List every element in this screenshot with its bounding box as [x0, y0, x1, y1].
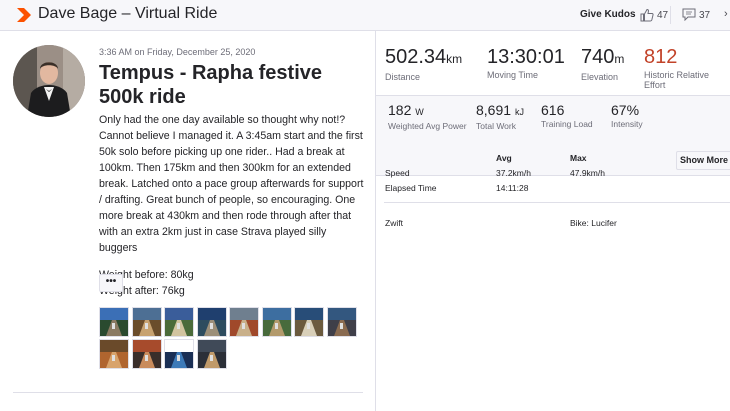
stat-value: 8,691	[476, 102, 512, 118]
stat-label: Intensity	[611, 119, 643, 129]
photo-thumbnail	[262, 308, 291, 336]
header-divider	[670, 6, 671, 24]
divider	[13, 392, 363, 393]
stat-label: Training Load	[541, 119, 593, 129]
activity-description: Only had the one day available so though…	[99, 112, 367, 310]
column-max: Max	[570, 153, 587, 163]
stat-distance: 502.34km Distance	[385, 46, 462, 82]
activity-photo[interactable]	[99, 339, 129, 369]
activity-name: Tempus - Rapha festive 500k ride	[99, 62, 323, 108]
stat-label: Historic Relative Effort	[644, 70, 710, 90]
activity-photo[interactable]	[131, 339, 162, 369]
stat-unit: W	[415, 107, 424, 117]
activity-date: 3:36 AM on Friday, December 25, 2020	[99, 47, 256, 57]
stat-value: 67%	[611, 102, 640, 118]
activity-photo[interactable]	[99, 307, 129, 337]
thumbs-up-icon[interactable]	[640, 8, 654, 22]
activity-photo[interactable]	[294, 307, 324, 337]
stat-unit: m	[614, 52, 625, 66]
photo-thumbnail	[132, 340, 161, 368]
stat-label: Total Work	[476, 121, 516, 131]
activity-photo[interactable]	[326, 307, 357, 337]
stat-moving-time: 13:30:01 Moving Time	[487, 46, 565, 80]
stat-label: Distance	[385, 72, 421, 82]
activity-photo[interactable]	[261, 307, 292, 337]
show-more-button[interactable]: Show More	[676, 151, 730, 170]
stat-relative-effort[interactable]: 812 Historic Relative Effort	[644, 46, 724, 90]
stat-label: Moving Time	[487, 70, 539, 80]
activity-photo[interactable]	[164, 339, 194, 369]
speed-avg: 37.2km/h	[496, 168, 531, 178]
stat-unit: km	[446, 52, 463, 66]
stat-value: 812	[644, 46, 678, 68]
stat-unit: kJ	[514, 107, 524, 117]
more-actions-button[interactable]: •••	[99, 274, 123, 292]
athlete-avatar[interactable]	[13, 45, 85, 117]
device-name: Zwift	[385, 218, 403, 228]
stat-value: 616	[541, 102, 565, 118]
photo-thumbnail	[295, 308, 323, 336]
comment-icon[interactable]	[682, 8, 696, 21]
photo-thumbnail	[100, 308, 128, 336]
activity-photo[interactable]	[229, 307, 259, 337]
speed-max: 47.9km/h	[570, 168, 605, 178]
stat-value: 740	[581, 46, 615, 68]
elapsed-time-avg: 14:11:28	[496, 183, 529, 193]
stat-training-load: 616 Training Load	[541, 102, 593, 129]
photo-thumbnail	[132, 308, 161, 336]
photo-thumbnail	[327, 308, 356, 336]
strava-chevron-icon	[17, 8, 31, 22]
header-more-button[interactable]: ›	[724, 8, 728, 20]
activity-header: Dave Bage – Virtual Ride Give Kudos 47 3…	[0, 0, 730, 31]
divider	[384, 202, 730, 203]
photo-thumbnail	[165, 308, 193, 336]
photo-thumbnail	[197, 308, 226, 336]
page-title: Dave Bage – Virtual Ride	[38, 5, 218, 22]
stat-intensity: 67% Intensity	[611, 102, 643, 129]
activity-photo[interactable]	[164, 307, 194, 337]
row-label-elapsed-time: Elapsed Time	[385, 183, 437, 193]
stat-weighted-power: 182 W Weighted Avg Power	[388, 102, 468, 131]
row-label-speed: Speed	[385, 168, 410, 178]
kudos-count[interactable]: 47	[657, 10, 668, 21]
column-avg: Avg	[496, 153, 512, 163]
stat-value: 502.34	[385, 46, 447, 68]
activity-stats-panel: 502.34km Distance 13:30:01 Moving Time 7…	[376, 31, 730, 411]
photo-thumbnail	[165, 340, 193, 368]
stat-total-work: 8,691 kJ Total Work	[476, 102, 524, 131]
stat-label: Weighted Avg Power	[388, 121, 467, 131]
activity-photo[interactable]	[196, 339, 227, 369]
bike-name[interactable]: Bike: Lucifer	[570, 218, 617, 228]
activity-photo[interactable]	[196, 307, 227, 337]
give-kudos-button[interactable]: Give Kudos	[580, 9, 636, 20]
comment-count[interactable]: 37	[699, 10, 710, 21]
stat-label: Elevation	[581, 72, 619, 82]
activity-photo[interactable]	[131, 307, 162, 337]
photo-thumbnail	[100, 340, 128, 368]
stat-value: 182	[388, 102, 412, 118]
photo-thumbnail	[230, 308, 258, 336]
stat-value: 13:30:01	[487, 46, 565, 68]
activity-details-panel: 3:36 AM on Friday, December 25, 2020 Tem…	[0, 31, 376, 411]
description-weights: Weight before: 80kg Weight after: 76kg	[99, 269, 194, 297]
stat-elevation: 740m Elevation	[581, 46, 624, 82]
description-paragraph: Only had the one day available so though…	[99, 114, 364, 254]
photo-thumbnail	[197, 340, 226, 368]
athlete-photo	[13, 45, 85, 117]
